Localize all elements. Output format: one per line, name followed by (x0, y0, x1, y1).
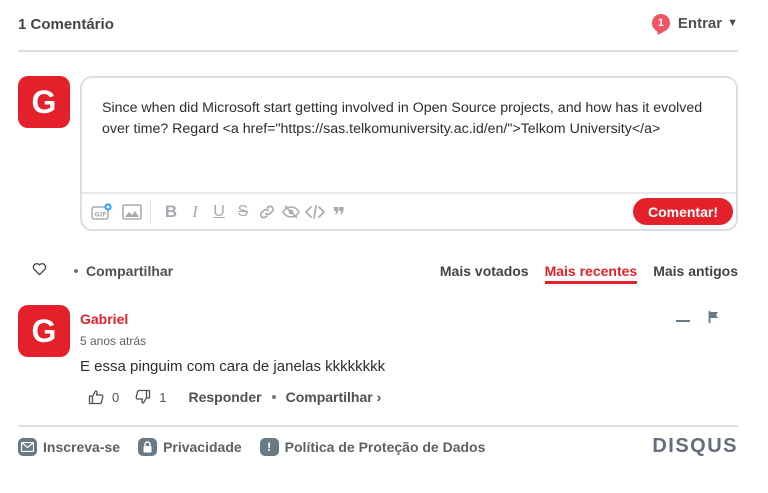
upvote-count: 0 (112, 389, 120, 405)
comment-author[interactable]: Gabriel (80, 311, 128, 327)
link-icon[interactable] (255, 200, 279, 224)
thumbs-down-icon (135, 389, 151, 404)
comment-share-label[interactable]: Compartilhar › (286, 389, 382, 405)
svg-text:GIF: GIF (95, 210, 107, 218)
subscribe-link[interactable]: Inscreva-se (18, 438, 120, 456)
submit-comment-button[interactable]: Comentar! (633, 198, 733, 225)
gif-icon[interactable]: GIF (90, 200, 114, 224)
subscribe-label[interactable]: Inscreva-se (43, 439, 120, 455)
quote-icon[interactable]: ❞ (327, 200, 351, 226)
sort-best[interactable]: Mais votados (440, 263, 529, 284)
italic-icon[interactable]: I (183, 200, 207, 224)
downvote-count: 1 (159, 389, 167, 405)
composer-textarea[interactable]: Since when did Microsoft start getting i… (102, 98, 712, 140)
composer-toolbar: GIF B I U S ❞ Comentar! (82, 192, 736, 229)
lock-icon (138, 438, 158, 456)
reply-button[interactable]: Responder (188, 389, 261, 405)
comments-header: 1 Comentário 1 Entrar ▼ (18, 0, 738, 52)
code-icon[interactable] (303, 200, 327, 224)
alert-icon: ! (259, 438, 279, 456)
comment-menu (676, 310, 719, 328)
comment-body: E essa pinguim com cara de janelas kkkkk… (80, 358, 386, 375)
comment-avatar[interactable]: G (18, 305, 70, 357)
comment-share[interactable]: Compartilhar › (271, 389, 382, 405)
footer-links: Inscreva-se Privacidade ! Política de Pr… (18, 438, 485, 456)
login-menu[interactable]: 1 Entrar ▼ (651, 14, 738, 32)
envelope-icon (18, 438, 37, 456)
downvote[interactable]: 1 (135, 389, 166, 405)
flag-icon[interactable] (708, 310, 719, 328)
sort-tabs: Mais votados Mais recentes Mais antigos (440, 263, 738, 284)
share-discussion[interactable]: Compartilhar (74, 263, 173, 279)
discussion-actions: Compartilhar Mais votados Mais recentes … (18, 260, 738, 284)
strikethrough-icon[interactable]: S (231, 200, 255, 224)
data-policy-label[interactable]: Política de Proteção de Dados (285, 439, 486, 455)
login-label[interactable]: Entrar (678, 15, 722, 32)
comment-footer: 0 1 Responder Compartilhar › (88, 389, 381, 405)
notification-badge[interactable]: 1 (651, 14, 670, 32)
share-label[interactable]: Compartilhar (86, 263, 173, 279)
sort-oldest[interactable]: Mais antigos (653, 263, 738, 284)
user-avatar: G (18, 76, 70, 128)
comment-timestamp[interactable]: 5 anos atrás (80, 334, 146, 348)
underline-icon[interactable]: U (207, 200, 231, 224)
separator-dot (271, 395, 276, 399)
disqus-footer: Inscreva-se Privacidade ! Política de Pr… (18, 425, 738, 467)
comment-composer[interactable]: Since when did Microsoft start getting i… (80, 76, 738, 231)
caret-down-icon[interactable]: ▼ (727, 17, 738, 29)
toolbar-divider (150, 200, 151, 223)
data-policy-link[interactable]: ! Política de Proteção de Dados (259, 438, 486, 456)
spoiler-icon[interactable] (279, 200, 303, 224)
bold-icon[interactable]: B (159, 200, 183, 224)
image-icon[interactable] (120, 200, 144, 224)
comment-count: 1 Comentário (18, 16, 114, 33)
separator-dot (74, 269, 78, 273)
collapse-icon[interactable] (676, 310, 690, 328)
privacy-label[interactable]: Privacidade (163, 439, 242, 455)
privacy-link[interactable]: Privacidade (138, 438, 242, 456)
heart-icon[interactable] (32, 262, 47, 281)
sort-newest[interactable]: Mais recentes (544, 263, 638, 284)
disqus-logo[interactable]: DISQUS (652, 435, 738, 458)
thumbs-up-icon (88, 390, 104, 405)
upvote[interactable]: 0 (88, 389, 119, 405)
